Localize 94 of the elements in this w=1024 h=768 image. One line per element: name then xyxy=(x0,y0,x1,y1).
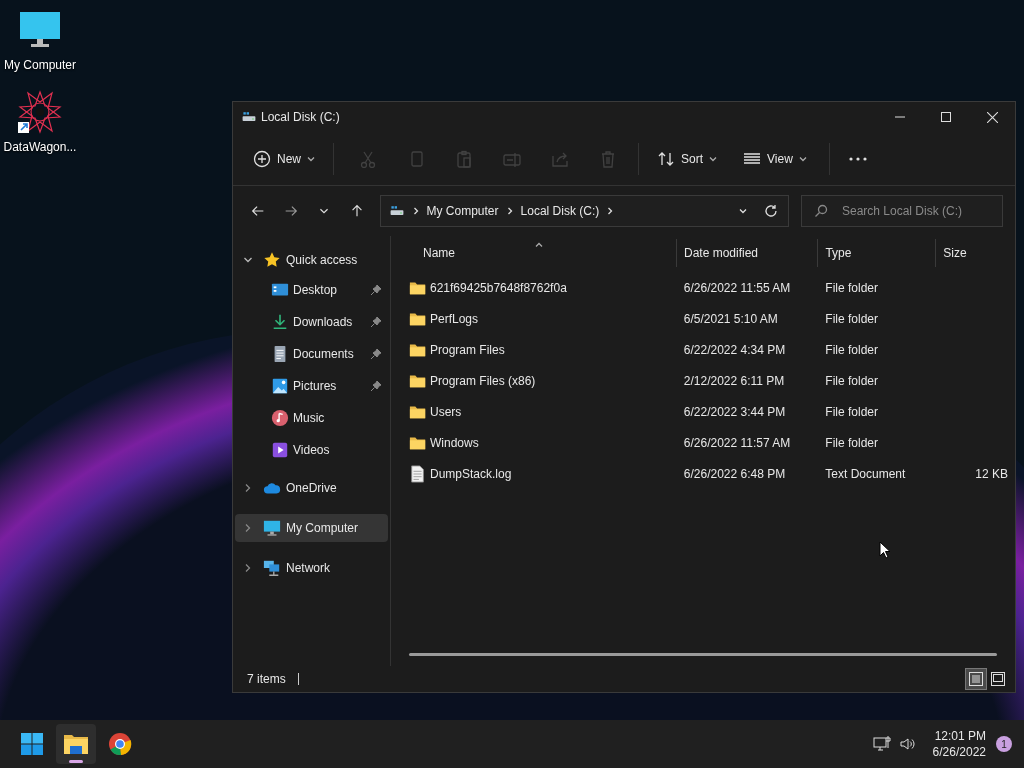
search-icon xyxy=(814,204,828,218)
file-name: Program Files xyxy=(430,341,505,359)
file-name: Windows xyxy=(430,434,479,452)
file-name: DumpStack.log xyxy=(430,465,512,483)
star-burst-shortcut-icon xyxy=(16,88,64,136)
date-cell-text: 6/26/2022 11:57 AM xyxy=(682,434,792,452)
horizontal-scrollbar[interactable] xyxy=(409,653,997,656)
type-cell-text: File folder xyxy=(824,341,879,359)
file-row[interactable]: 621f69425b7648f8762f0a 6/26/2022 11:55 AM File folder xyxy=(409,272,1015,303)
chevron-right-icon xyxy=(411,207,420,215)
chevron-right-icon xyxy=(505,207,514,215)
nav-item[interactable]: Music xyxy=(235,402,388,434)
download-arrow-icon xyxy=(271,313,289,331)
type-cell-text: File folder xyxy=(824,434,879,452)
size-cell: 12 KB xyxy=(975,466,1008,481)
column-header[interactable]: Date modified xyxy=(677,239,819,267)
video-icon xyxy=(271,441,289,459)
nav-item[interactable]: Pictures xyxy=(235,370,388,402)
chevron-right-icon xyxy=(606,207,615,215)
plus-circle-icon xyxy=(253,149,271,168)
chevron-down-icon xyxy=(738,206,748,216)
chevron-right-icon xyxy=(243,523,253,533)
chevron-right-icon xyxy=(243,563,253,573)
nav-item[interactable]: Downloads xyxy=(235,306,388,338)
column-header[interactable]: Size xyxy=(936,239,1015,267)
preview-pane-icon xyxy=(991,672,1005,686)
file-name: Users xyxy=(430,403,462,421)
back-arrow-icon xyxy=(249,203,266,219)
nav-item[interactable]: Videos xyxy=(235,434,388,466)
notification-badge[interactable]: 1 xyxy=(996,736,1012,752)
clock[interactable]: 12:01 PM 6/26/2022 xyxy=(932,728,986,760)
date-cell-text: 2/12/2022 6:11 PM xyxy=(682,372,786,390)
breadcrumb[interactable]: My Computer xyxy=(426,202,499,220)
chevron-down-icon xyxy=(307,154,315,163)
file-row[interactable]: DumpStack.log 6/26/2022 6:48 PM Text Document 12 KB xyxy=(409,458,1015,489)
new-button[interactable]: New xyxy=(245,140,323,177)
date-cell-text: 6/26/2022 6:48 PM xyxy=(682,465,787,483)
chevron-right-icon xyxy=(243,483,253,493)
item-count: 7 items xyxy=(247,671,286,688)
file-row[interactable]: Program Files 6/22/2022 4:34 PM File folder xyxy=(409,334,1015,365)
file-row[interactable]: Windows 6/26/2022 11:57 AM File folder xyxy=(409,427,1015,458)
file-name: 621f69425b7648f8762f0a xyxy=(430,279,567,297)
maximize-icon xyxy=(941,112,951,122)
monitor-icon xyxy=(263,519,281,537)
nav-item[interactable]: My Computer xyxy=(235,514,388,542)
text-file-icon xyxy=(409,464,427,483)
date-cell-text: 6/26/2022 11:55 AM xyxy=(682,279,792,297)
type-cell-text: File folder xyxy=(824,310,879,328)
type-cell-text: File folder xyxy=(824,279,879,297)
explorer-taskbar-button[interactable] xyxy=(56,724,96,764)
date-cell-text: 6/22/2022 4:34 PM xyxy=(682,341,787,359)
list-lines-icon xyxy=(969,672,983,686)
chevron-down-icon xyxy=(243,255,253,265)
mouse-cursor-icon xyxy=(879,541,891,559)
desktop-icon-label[interactable]: My Computer xyxy=(4,56,76,74)
volume-icon xyxy=(898,735,917,753)
chevron-down-icon xyxy=(709,154,718,163)
file-row[interactable]: Program Files (x86) 2/12/2022 6:11 PM File folder xyxy=(409,365,1015,396)
breadcrumb[interactable]: Local Disk (C:) xyxy=(520,202,600,220)
nav-item[interactable]: Desktop xyxy=(235,274,388,306)
network-icon xyxy=(263,559,281,577)
sort-button[interactable]: Sort xyxy=(649,140,726,177)
window-title: Local Disk (C:) xyxy=(261,109,341,126)
view-button[interactable]: View xyxy=(735,140,815,177)
date-cell-text: 6/22/2022 3:44 PM xyxy=(682,403,787,421)
column-header[interactable]: Type xyxy=(818,239,937,267)
type-cell-text: File folder xyxy=(824,403,879,421)
music-note-icon xyxy=(271,409,289,427)
type-cell-text: Text Document xyxy=(824,465,907,483)
file-name: PerfLogs xyxy=(430,310,479,328)
windows-logo-icon xyxy=(20,732,44,756)
desktop-icon-label[interactable]: DataWagon... xyxy=(3,138,77,156)
file-row[interactable]: PerfLogs 6/5/2021 5:10 AM File folder xyxy=(409,303,1015,334)
search-field[interactable]: Search Local Disk (C:) xyxy=(801,195,1003,227)
column-header[interactable]: Name xyxy=(409,239,677,267)
address-bar[interactable]: My Computer Local Disk (C:) xyxy=(379,195,789,227)
folder-icon xyxy=(63,732,89,756)
nav-item[interactable]: Network xyxy=(235,554,388,582)
refresh-icon xyxy=(764,204,778,218)
network-monitor-icon xyxy=(872,735,891,753)
star-icon xyxy=(263,251,281,269)
browser-logo-icon xyxy=(108,732,132,756)
nav-item[interactable]: Quick access xyxy=(235,246,388,274)
chevron-down-icon xyxy=(798,154,807,163)
nav-item[interactable]: OneDrive xyxy=(235,474,388,502)
nav-item[interactable]: Documents xyxy=(235,338,388,370)
file-name: Program Files (x86) xyxy=(430,372,536,390)
file-row[interactable]: Users 6/22/2022 3:44 PM File folder xyxy=(409,396,1015,427)
picture-icon xyxy=(271,377,289,395)
type-cell-text: File folder xyxy=(824,372,879,390)
sort-ascending-icon xyxy=(535,242,543,247)
details-view-button[interactable] xyxy=(965,668,987,690)
close-icon xyxy=(986,111,998,123)
date-cell-text: 6/5/2021 5:10 AM xyxy=(682,310,779,328)
